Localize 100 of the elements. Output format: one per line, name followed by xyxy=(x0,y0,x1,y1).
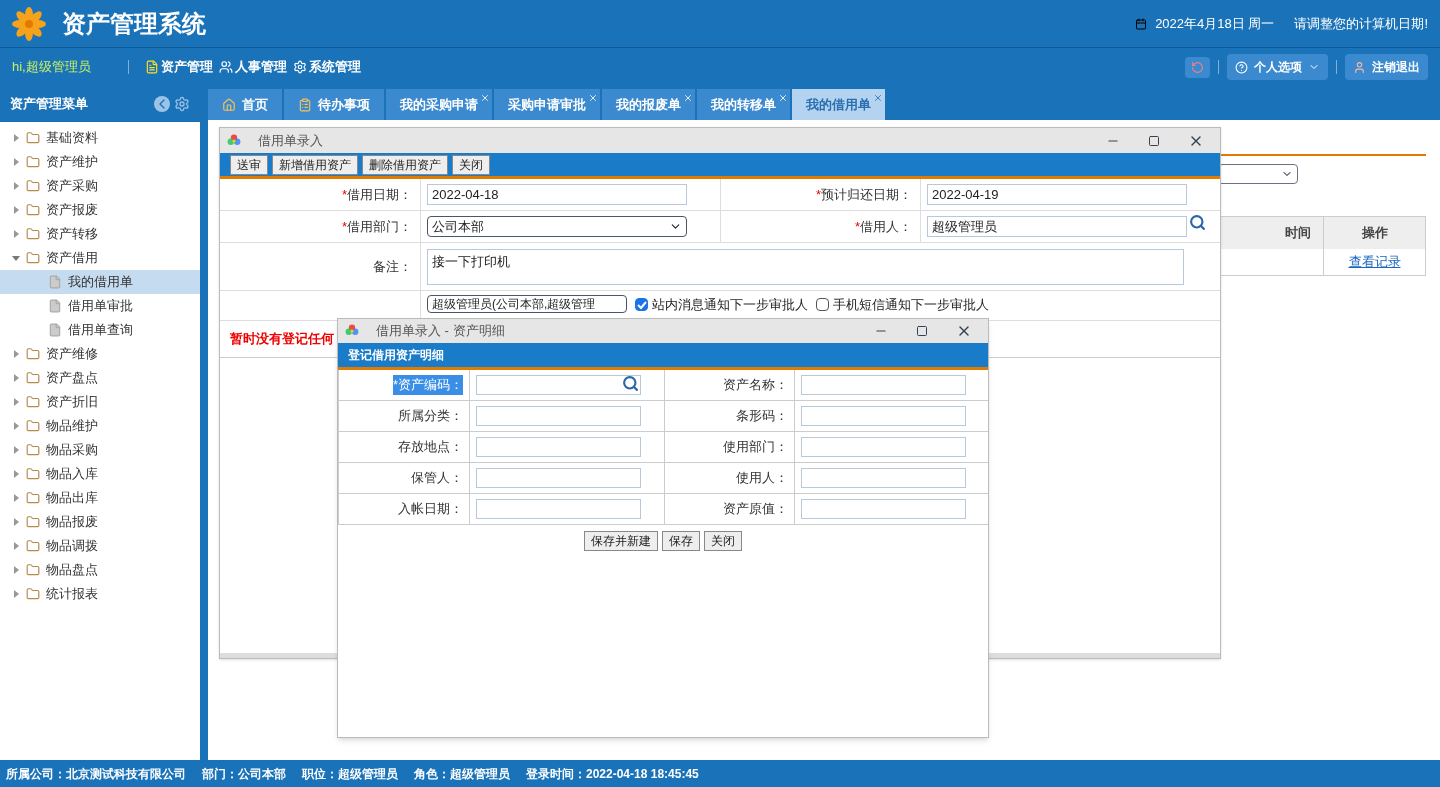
tree-item[interactable]: 物品采购 xyxy=(0,438,200,462)
input-field[interactable] xyxy=(801,499,966,519)
collapsed-arrow-icon[interactable] xyxy=(12,566,20,574)
collapsed-arrow-icon[interactable] xyxy=(12,350,20,358)
help-icon xyxy=(1235,60,1248,74)
tree-item[interactable]: 我的借用单 xyxy=(0,270,200,294)
status-text: 所属公司：北京测试科技有限公司 xyxy=(6,765,186,783)
tab[interactable]: 待办事项 xyxy=(284,89,384,120)
document-icon xyxy=(48,323,62,337)
search-icon[interactable] xyxy=(622,374,639,392)
personal-options-button[interactable]: 个人选项 xyxy=(1227,54,1328,80)
collapsed-arrow-icon[interactable] xyxy=(12,182,20,190)
input-field[interactable] xyxy=(476,468,641,488)
department-select[interactable]: 公司本部 xyxy=(427,216,687,237)
form-button[interactable]: 保存并新建 xyxy=(584,531,658,551)
tab[interactable]: 我的报废单 xyxy=(602,89,695,120)
logout-button[interactable]: 注销退出 xyxy=(1345,54,1428,80)
top-menu-link[interactable]: 人事管理 xyxy=(219,57,287,77)
settings-icon[interactable] xyxy=(174,96,190,112)
refresh-button[interactable] xyxy=(1185,56,1210,78)
collapsed-arrow-icon[interactable] xyxy=(12,230,20,238)
collapsed-arrow-icon[interactable] xyxy=(12,206,20,214)
checkbox[interactable] xyxy=(635,298,648,312)
tree-item[interactable]: 物品出库 xyxy=(0,486,200,510)
input-field[interactable] xyxy=(476,406,641,426)
collapsed-arrow-icon[interactable] xyxy=(12,470,20,478)
folder-icon xyxy=(26,347,40,361)
collapsed-arrow-icon[interactable] xyxy=(12,374,20,382)
field-label: 使用部门： xyxy=(723,438,788,457)
column-header: 操作 xyxy=(1323,217,1425,249)
tab-close-icon[interactable] xyxy=(683,93,693,103)
tree-item[interactable]: 物品维护 xyxy=(0,414,200,438)
tree-item[interactable]: 资产转移 xyxy=(0,222,200,246)
maximize-icon[interactable] xyxy=(916,325,928,337)
input-field[interactable] xyxy=(801,375,966,395)
input-field[interactable] xyxy=(801,406,966,426)
user-greeting: hi,超级管理员 xyxy=(12,58,92,77)
maximize-icon[interactable] xyxy=(1148,134,1160,147)
toolbar-button[interactable]: 送审 xyxy=(230,154,268,175)
tab-close-icon[interactable] xyxy=(873,93,883,103)
input-field[interactable]: 2022-04-18 xyxy=(427,184,687,205)
field-label: 所属分类： xyxy=(398,407,463,426)
collapsed-arrow-icon[interactable] xyxy=(12,518,20,526)
input-field[interactable]: 超级管理员 xyxy=(927,216,1187,237)
tree-item[interactable]: 资产借用 xyxy=(0,246,200,270)
tree-item[interactable]: 物品调拨 xyxy=(0,534,200,558)
input-field[interactable] xyxy=(476,375,641,395)
approver-select[interactable]: 超级管理员(公司本部,超级管理 xyxy=(427,295,627,313)
tab[interactable]: 我的采购申请 xyxy=(386,89,492,120)
collapsed-arrow-icon[interactable] xyxy=(12,446,20,454)
tree-item[interactable]: 资产折旧 xyxy=(0,390,200,414)
collapsed-arrow-icon[interactable] xyxy=(12,422,20,430)
clipboard-icon xyxy=(298,97,312,112)
tab-close-icon[interactable] xyxy=(778,93,788,103)
tree-item[interactable]: 资产报废 xyxy=(0,198,200,222)
checkbox-label: 站内消息通知下一步审批人 xyxy=(652,296,808,314)
status-text: 角色：超级管理员 xyxy=(414,765,510,783)
input-field[interactable] xyxy=(476,499,641,519)
input-field[interactable] xyxy=(476,437,641,457)
form-button[interactable]: 保存 xyxy=(662,531,700,551)
collapsed-arrow-icon[interactable] xyxy=(12,398,20,406)
view-records-link[interactable]: 查看记录 xyxy=(1348,252,1401,272)
input-field[interactable] xyxy=(801,437,966,457)
checkbox[interactable] xyxy=(816,298,829,312)
tree-item[interactable]: 物品报废 xyxy=(0,510,200,534)
collapsed-arrow-icon[interactable] xyxy=(12,542,20,550)
collapsed-arrow-icon[interactable] xyxy=(12,590,20,598)
tab[interactable]: 首页 xyxy=(208,89,282,120)
tab-close-icon[interactable] xyxy=(480,93,490,103)
toolbar-button[interactable]: 新增借用资产 xyxy=(272,154,358,175)
tab[interactable]: 我的转移单 xyxy=(697,89,790,120)
tree-item[interactable]: 借用单审批 xyxy=(0,294,200,318)
required-mark: * xyxy=(341,217,347,236)
tree-item[interactable]: 资产盘点 xyxy=(0,366,200,390)
status-text: 部门：公司本部 xyxy=(202,765,286,783)
input-field[interactable] xyxy=(801,468,966,488)
tree-item[interactable]: 统计报表 xyxy=(0,582,200,606)
tree-item[interactable]: 资产采购 xyxy=(0,174,200,198)
top-menu-link[interactable]: 资产管理 xyxy=(145,57,213,77)
tree-item[interactable]: 资产维护 xyxy=(0,150,200,174)
collapsed-arrow-icon[interactable] xyxy=(12,158,20,166)
top-menu-link[interactable]: 系统管理 xyxy=(293,57,361,77)
toolbar-button[interactable]: 删除借用资产 xyxy=(362,154,448,175)
tab-close-icon[interactable] xyxy=(588,93,598,103)
tree-item[interactable]: 基础资料 xyxy=(0,126,200,150)
remark-textarea[interactable]: 接一下打印机 xyxy=(427,248,1184,285)
tree-item[interactable]: 物品盘点 xyxy=(0,558,200,582)
input-field[interactable]: 2022-04-19 xyxy=(927,184,1187,205)
collapsed-arrow-icon[interactable] xyxy=(12,134,20,142)
tree-item[interactable]: 物品入库 xyxy=(0,462,200,486)
collapsed-arrow-icon[interactable] xyxy=(12,494,20,502)
tree-item[interactable]: 资产维修 xyxy=(0,342,200,366)
form-button[interactable]: 关闭 xyxy=(704,531,742,551)
collapse-icon[interactable] xyxy=(154,96,170,112)
expanded-arrow-icon[interactable] xyxy=(12,254,20,262)
search-icon[interactable] xyxy=(1189,214,1206,231)
toolbar-button[interactable]: 关闭 xyxy=(452,154,490,175)
status-text: 登录时间：2022-04-18 18:45:45 xyxy=(526,765,699,783)
tree-item[interactable]: 借用单查询 xyxy=(0,318,200,342)
tab[interactable]: 采购申请审批 xyxy=(494,89,600,120)
